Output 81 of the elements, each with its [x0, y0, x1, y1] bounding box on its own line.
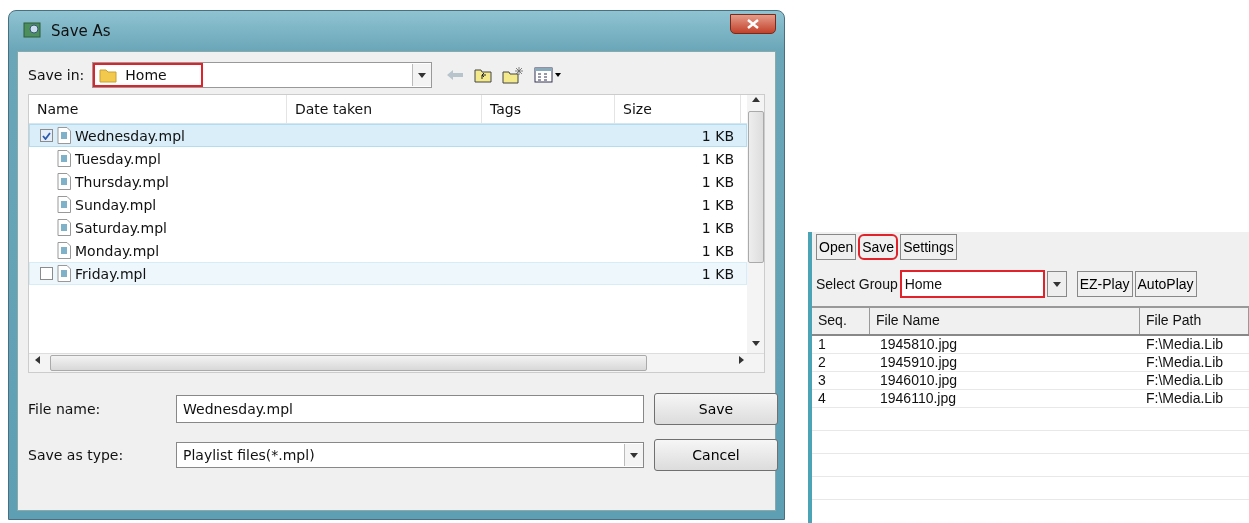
toolbar-button[interactable]: Open — [816, 234, 857, 260]
file-icon — [57, 173, 71, 190]
file-name-field[interactable]: Wednesday.mpl — [176, 395, 644, 423]
close-button[interactable] — [730, 14, 776, 34]
file-row[interactable]: Monday.mpl 1 KB — [29, 239, 747, 262]
table-cell-text: F:\Media.Lib — [1145, 336, 1225, 353]
file-icon — [57, 265, 71, 282]
file-name: Friday.mpl — [75, 265, 147, 282]
file-size: 1 KB — [700, 265, 735, 282]
file-icon — [57, 196, 71, 213]
scroll-down-icon[interactable] — [751, 341, 760, 346]
file-row[interactable]: Wednesday.mpl 1 KB — [29, 124, 747, 147]
column-header[interactable]: File Path — [1140, 308, 1249, 334]
dropdown-arrow-icon[interactable] — [418, 72, 427, 78]
group-button[interactable]: EZ-Play — [1076, 271, 1133, 297]
file-name: Sunday.mpl — [75, 196, 157, 213]
window-title: Save As — [51, 22, 111, 40]
horizontal-scrollbar[interactable] — [29, 353, 764, 372]
dropdown-arrow-icon[interactable] — [630, 452, 638, 458]
file-size: 1 KB — [700, 127, 735, 144]
group-button[interactable]: AutoPlay — [1134, 271, 1197, 297]
checkbox[interactable] — [40, 267, 53, 280]
table-cell-text: F:\Media.Lib — [1145, 372, 1225, 389]
new-folder-icon[interactable] — [502, 66, 525, 84]
file-row[interactable]: Thursday.mpl 1 KB — [29, 170, 747, 193]
save-as-type-dropdown[interactable]: Playlist files(*.mpl) — [176, 442, 644, 468]
file-name: Monday.mpl — [75, 242, 160, 259]
scroll-up-icon[interactable] — [751, 97, 760, 102]
column-header[interactable]: File Name — [870, 308, 1140, 334]
file-size: 1 KB — [700, 219, 735, 236]
toolbar-button[interactable]: Save — [858, 234, 899, 260]
table-cell-text: 1946110.jpg — [879, 390, 958, 407]
dropdown-arrow-icon[interactable] — [1052, 281, 1061, 287]
file-name: Thursday.mpl — [75, 173, 169, 190]
column-header[interactable]: Name — [29, 95, 287, 123]
group-dropdown[interactable]: Home — [899, 270, 1045, 298]
file-icon — [57, 242, 71, 259]
file-row[interactable]: Sunday.mpl 1 KB — [29, 193, 747, 216]
file-name: Saturday.mpl — [75, 219, 167, 236]
checkbox[interactable] — [40, 129, 53, 142]
file-name: Tuesday.mpl — [75, 150, 161, 167]
file-row[interactable]: Saturday.mpl 1 KB — [29, 216, 747, 239]
column-header[interactable]: Date taken — [287, 95, 482, 123]
save-in-label: Save in: — [28, 67, 85, 83]
column-header[interactable]: Seq. — [812, 308, 870, 334]
file-name: Wednesday.mpl — [75, 127, 185, 144]
file-size: 1 KB — [700, 242, 735, 259]
table-cell-text: 1945910.jpg — [879, 354, 959, 371]
file-row[interactable]: Tuesday.mpl 1 KB — [29, 147, 747, 170]
column-header[interactable]: Tags — [482, 95, 615, 123]
save-in-dropdown[interactable]: Home — [92, 62, 433, 88]
file-size: 1 KB — [700, 150, 735, 167]
up-folder-icon[interactable] — [474, 67, 493, 83]
file-row[interactable]: Friday.mpl 1 KB — [29, 262, 747, 285]
save-icon — [23, 21, 43, 41]
vertical-scrollbar[interactable] — [747, 95, 764, 353]
table-cell-text: 2 — [817, 354, 827, 371]
close-icon — [747, 19, 759, 29]
save-as-type-label: Save as type: — [28, 447, 125, 463]
table-cell-text: 1945810.jpg — [879, 336, 959, 353]
save-button[interactable]: Save — [654, 393, 778, 425]
file-icon — [57, 127, 71, 144]
file-size: 1 KB — [700, 173, 735, 190]
table-cell-text: 3 — [817, 372, 827, 389]
file-name-label: File name: — [28, 401, 102, 417]
select-group-label: Select Group — [816, 276, 898, 292]
scroll-right-icon[interactable] — [739, 356, 744, 364]
view-menu-icon[interactable] — [534, 67, 563, 83]
cancel-button[interactable]: Cancel — [654, 439, 778, 471]
file-icon — [57, 150, 71, 167]
scroll-left-icon[interactable] — [35, 356, 40, 364]
file-icon — [57, 219, 71, 236]
toolbar-button[interactable]: Settings — [900, 234, 957, 260]
table-cell-text: 1946010.jpg — [879, 372, 959, 389]
table-cell-text: F:\Media.Lib — [1145, 390, 1225, 407]
table-cell-text: 1 — [817, 336, 827, 353]
table-cell-text: F:\Media.Lib — [1145, 354, 1225, 371]
column-header[interactable]: Size — [615, 95, 741, 123]
folder-icon — [99, 66, 118, 84]
file-size: 1 KB — [700, 196, 735, 213]
table-cell-text: 4 — [817, 390, 827, 407]
